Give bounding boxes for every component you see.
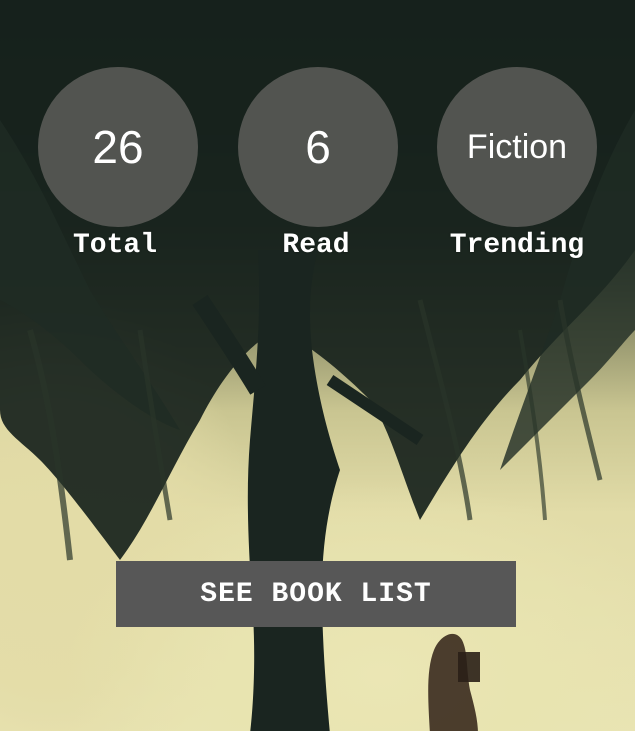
stat-value-read: 6 bbox=[305, 121, 331, 173]
stat-circle-total: 26 bbox=[38, 67, 198, 227]
stat-circle-trending: Fiction bbox=[437, 67, 597, 227]
stat-value-total: 26 bbox=[92, 121, 144, 173]
stat-label-trending: Trending bbox=[449, 230, 585, 261]
stat-circle-read: 6 bbox=[238, 67, 398, 227]
stat-label-read: Read bbox=[282, 230, 350, 261]
stat-value-trending: Fiction bbox=[466, 128, 568, 166]
see-book-list-button[interactable]: SEE BOOK LIST bbox=[116, 561, 516, 627]
hero-section: 26 Total 6 Read Fiction Trending SEE BOO… bbox=[0, 0, 635, 734]
stat-label-total: Total bbox=[72, 230, 157, 261]
